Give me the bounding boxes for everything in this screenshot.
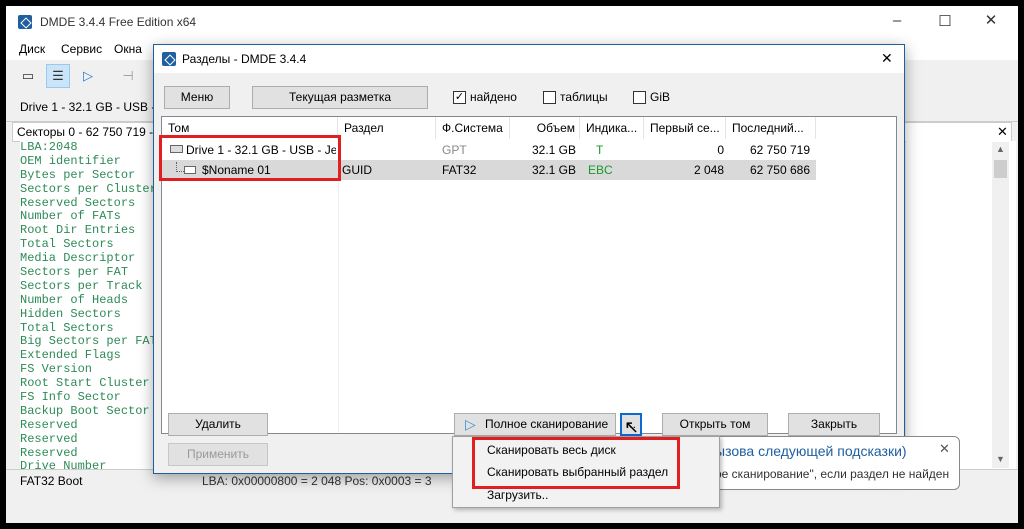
hint-tooltip: ызова следующей подсказки) ое сканирован… — [700, 436, 960, 490]
scroll-thumb[interactable] — [994, 160, 1007, 178]
boot-field[interactable]: Drive Number — [20, 460, 160, 469]
boot-field[interactable]: Reserved — [20, 432, 160, 447]
tables-label: таблицы — [560, 90, 608, 104]
row-last-sector: 62 750 719 — [749, 143, 810, 157]
boot-field[interactable]: Number of Heads — [20, 293, 160, 308]
load-item[interactable]: Загрузить.. — [487, 488, 548, 502]
row-filesystem: GPT — [442, 143, 467, 157]
status-info: LBA: 0x00000800 = 2 048 Pos: 0x0003 = 3 — [202, 474, 432, 488]
hint-line-1: ызова следующей подсказки) — [715, 443, 907, 459]
col-partition[interactable]: Раздел — [338, 117, 436, 139]
main-title: DMDE 3.4.4 Free Edition x64 — [40, 15, 197, 29]
row-first-sector: 2 048 — [693, 163, 724, 177]
col-last-sector[interactable]: Последний... — [726, 117, 816, 139]
close-button[interactable]: Закрыть — [788, 413, 880, 436]
col-size[interactable]: Объем — [510, 117, 580, 139]
dialog-title-bar: Разделы - DMDE 3.4.4 ✕ — [154, 45, 904, 73]
vertical-scrollbar[interactable]: ▲ ▼ — [992, 142, 1009, 468]
menu-disk[interactable]: Диск — [19, 42, 45, 56]
main-title-bar: DMDE 3.4.4 Free Edition x64 – ☐ ✕ — [6, 6, 1018, 38]
boot-field[interactable]: Sectors per Cluster — [20, 182, 160, 197]
partitions-dialog: Разделы - DMDE 3.4.4 ✕ Меню Текущая разм… — [153, 44, 905, 474]
boot-field[interactable]: Reserved Sectors — [20, 196, 160, 211]
row-indicator: EBC — [588, 163, 613, 177]
boot-field[interactable]: Big Sectors per FAT — [20, 335, 160, 349]
sectors-label: Секторы 0 - 62 750 719 - — [17, 125, 154, 139]
gib-label: GiB — [650, 90, 671, 104]
boot-field[interactable]: OEM identifier — [20, 154, 160, 169]
boot-field[interactable]: Total Sectors — [20, 321, 160, 336]
boot-field[interactable]: Hidden Sectors — [20, 307, 160, 322]
panel-close-icon[interactable]: ✕ — [997, 124, 1008, 140]
found-label: найдено — [470, 90, 517, 104]
tool-icon[interactable]: ⊣ — [116, 64, 140, 88]
boot-field[interactable]: FS Info Sector — [20, 390, 160, 405]
menu-service[interactable]: Сервис — [61, 42, 102, 56]
scroll-down-icon[interactable]: ▼ — [996, 454, 1005, 464]
boot-field[interactable]: Media Descriptor — [20, 251, 160, 266]
col-first-sector[interactable]: Первый се... — [644, 117, 726, 139]
col-filesystem[interactable]: Ф.Система — [436, 117, 510, 139]
drive-label: Drive 1 - 32.1 GB - USB - J — [20, 100, 165, 114]
hint-line-2: ое сканирование", если раздел не найден — [715, 467, 950, 481]
row-last-sector: 62 750 686 — [749, 163, 810, 177]
row-indicator: T — [596, 143, 604, 157]
menu-windows[interactable]: Окна — [114, 42, 142, 56]
apply-button[interactable]: Применить — [168, 443, 268, 466]
maximize-icon[interactable]: ☐ — [922, 12, 968, 30]
delete-button[interactable]: Удалить — [168, 413, 268, 436]
close-icon[interactable]: ✕ — [968, 11, 1014, 29]
boot-field[interactable]: Sectors per Track — [20, 279, 160, 294]
boot-field[interactable]: Backup Boot Sector — [20, 404, 160, 419]
minimize-icon[interactable]: – — [874, 12, 920, 29]
full-scan-button[interactable]: ▷ Полное сканирование — [454, 413, 616, 436]
scroll-up-icon[interactable]: ▲ — [996, 144, 1005, 154]
boot-field[interactable]: Reserved — [20, 446, 160, 461]
dialog-title: Разделы - DMDE 3.4.4 — [182, 52, 307, 66]
open-volume-button[interactable]: Открыть том — [662, 413, 768, 436]
annotation-box — [472, 437, 680, 489]
gib-checkbox[interactable] — [633, 91, 646, 104]
tables-checkbox[interactable] — [543, 91, 556, 104]
app-icon — [18, 15, 32, 29]
boot-field[interactable]: Reserved — [20, 418, 160, 433]
cursor-icon: ↖ — [624, 417, 640, 437]
row-size: 32.1 GB — [531, 163, 576, 177]
boot-field[interactable]: FS Version — [20, 362, 160, 377]
dialog-app-icon — [162, 52, 176, 66]
boot-field[interactable]: Sectors per FAT — [20, 265, 160, 280]
hint-close-icon[interactable]: ✕ — [939, 441, 950, 457]
full-scan-label: Полное сканирование — [485, 417, 609, 431]
status-left: FAT32 Boot — [20, 474, 83, 488]
row-filesystem: FAT32 — [442, 163, 477, 177]
disk-icon[interactable]: ▭ — [16, 64, 40, 88]
row-partition: GUID — [342, 163, 372, 177]
row-size: 32.1 GB — [531, 143, 576, 157]
boot-field[interactable]: Root Dir Entries — [20, 223, 160, 238]
menu-button[interactable]: Меню — [164, 86, 230, 109]
found-checkbox[interactable]: ✓ — [453, 91, 466, 104]
row-first-sector: 0 — [717, 143, 724, 157]
boot-field[interactable]: Extended Flags — [20, 348, 160, 363]
dialog-close-icon[interactable]: ✕ — [881, 50, 893, 67]
column-divider — [338, 139, 339, 433]
list-view-icon[interactable]: ☰ — [46, 64, 70, 88]
boot-field[interactable]: Total Sectors — [20, 237, 160, 252]
col-indicator[interactable]: Индика... — [580, 117, 644, 139]
boot-field[interactable]: Number of FATs — [20, 210, 160, 224]
play-icon[interactable]: ▷ — [76, 64, 100, 88]
annotation-box — [159, 135, 341, 181]
current-layout-button[interactable]: Текущая разметка — [252, 86, 428, 109]
boot-fields-list[interactable]: LBA:2048 OEM identifier Bytes per Sector Se… — [20, 141, 160, 469]
boot-field[interactable]: LBA:2048 — [20, 141, 160, 155]
boot-field[interactable]: Root Start Cluster — [20, 376, 160, 391]
boot-field[interactable]: Bytes per Sector — [20, 168, 160, 183]
play-icon: ▷ — [465, 416, 476, 432]
row-partition — [342, 140, 432, 160]
